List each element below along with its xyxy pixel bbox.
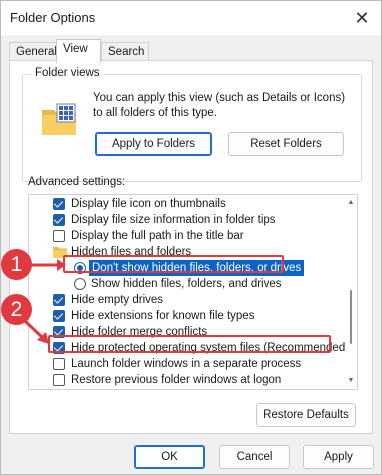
setting-label: Display file icon on thumbnails	[71, 198, 226, 210]
close-button[interactable]: ✕	[349, 5, 375, 31]
scroll-down-icon[interactable]: ▼	[347, 377, 355, 385]
tab-view[interactable]: View	[56, 39, 101, 63]
checkbox-checked[interactable]	[53, 294, 65, 306]
title-bar: Folder Options ✕	[1, 1, 381, 35]
setting-label: Display the full path in the title bar	[71, 230, 244, 242]
close-icon: ✕	[354, 8, 370, 28]
annotation-badge-1: 1	[1, 249, 32, 280]
folder-views-description: You can apply this view (such as Details…	[93, 92, 346, 119]
advanced-settings-label: Advanced settings:	[28, 176, 126, 188]
folder-views-group: Folder views You can apply this view (su…	[22, 67, 362, 182]
callout-box-1	[63, 255, 284, 273]
checkbox-checked[interactable]	[53, 198, 65, 210]
setting-label: Display file size information in folder …	[71, 214, 276, 226]
tab-general[interactable]: General	[9, 42, 57, 61]
radio-unselected[interactable]	[74, 278, 86, 290]
tab-search[interactable]: Search	[101, 42, 149, 61]
callout-box-2	[48, 335, 331, 353]
setting-label: Restore previous folder windows at logon	[71, 374, 282, 386]
callout-arrow-1	[31, 259, 66, 271]
checkbox-checked[interactable]	[53, 310, 65, 322]
checkbox-checked[interactable]	[53, 214, 65, 226]
folder-grid-icon	[42, 103, 76, 135]
folder-options-window: Folder Options ✕ General View Search Fol…	[0, 0, 382, 475]
annotation-badge-2: 2	[1, 294, 32, 325]
ok-button[interactable]: OK	[134, 445, 205, 469]
scroll-up-icon[interactable]: ▲	[347, 199, 355, 207]
advanced-settings-tree: Display file icon on thumbnails Display …	[28, 194, 358, 390]
vertical-scrollbar[interactable]: ▲ ▼	[345, 195, 357, 389]
checkbox-unchecked[interactable]	[53, 374, 65, 386]
view-tab-panel: Folder views You can apply this view (su…	[9, 60, 373, 434]
window-title: Folder Options	[10, 10, 96, 25]
reset-folders-button[interactable]: Reset Folders	[228, 132, 344, 156]
setting-label: Launch folder windows in a separate proc…	[71, 358, 302, 370]
scrollbar-thumb[interactable]	[350, 290, 352, 344]
checkbox-unchecked[interactable]	[53, 230, 65, 242]
setting-label: Hide extensions for known file types	[71, 310, 255, 322]
callout-arrow-2	[23, 319, 49, 344]
setting-label: Show hidden files, folders, and drives	[91, 278, 282, 290]
checkbox-unchecked[interactable]	[53, 358, 65, 370]
restore-defaults-button[interactable]: Restore Defaults	[256, 403, 356, 427]
apply-to-folders-button[interactable]: Apply to Folders	[95, 132, 212, 156]
setting-label: Hide empty drives	[71, 294, 164, 306]
cancel-button[interactable]: Cancel	[219, 445, 290, 469]
apply-button[interactable]: Apply	[303, 445, 374, 469]
folder-views-legend: Folder views	[31, 67, 104, 79]
